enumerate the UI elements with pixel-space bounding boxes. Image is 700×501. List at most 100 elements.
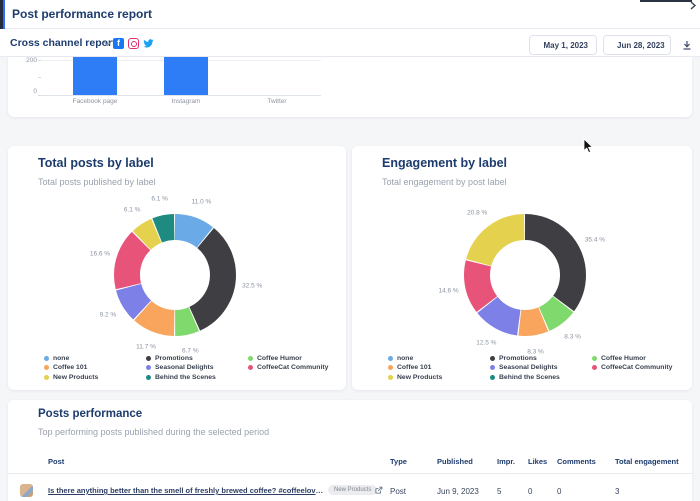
legend-label: CoffeeCat Community	[257, 364, 328, 371]
donut-percentage-label: 12.5 %	[476, 339, 496, 346]
legend-color-dot	[248, 356, 253, 361]
mouse-cursor-icon	[583, 139, 594, 154]
sidebar-active-indicator	[3, 0, 5, 29]
twitter-icon[interactable]	[143, 38, 154, 49]
legend-label: CoffeeCat Community	[601, 364, 672, 371]
total-posts-by-label-card: Total posts by label Total posts publish…	[8, 146, 346, 390]
legend-label: Behind the Scenes	[155, 374, 216, 381]
column-header-total-engagement: Total engagement	[615, 457, 679, 466]
donut-percentage-label: 11.7 %	[136, 344, 156, 351]
chevron-right-icon[interactable]	[689, 1, 697, 10]
legend-label: Coffee 101	[53, 364, 87, 371]
donut-percentage-label: 32.5 %	[242, 282, 262, 289]
column-header-published: Published	[437, 457, 473, 466]
legend-label: Promotions	[155, 355, 193, 362]
date-to-value: Jun 28, 2023	[617, 41, 665, 50]
legend-label: none	[53, 355, 69, 362]
legend-item: CoffeeCat Community	[592, 363, 672, 372]
cell-published: Jun 9, 2023	[437, 487, 479, 496]
legend-item: Coffee 101	[388, 363, 490, 372]
chart-legend: noneCoffee 101 New Products PromotionsSeas…	[388, 354, 672, 382]
chart-legend: none Coffee 101 New Products Promotions Seas…	[44, 354, 328, 382]
post-title-link[interactable]: Is there anything better than the smell …	[48, 486, 324, 495]
column-header-type: Type	[390, 457, 407, 466]
post-performance-report-page: Post performance report Cross channel re…	[0, 0, 700, 501]
y-axis-tick-0: 0	[14, 88, 37, 95]
legend-color-dot	[388, 375, 393, 380]
legend-color-dot	[490, 365, 495, 370]
column-header-comments: Comments	[557, 457, 596, 466]
legend-color-dot	[146, 356, 151, 361]
date-from-button[interactable]: May 1, 2023	[529, 35, 597, 55]
donut-percentage-label: 14.6 %	[438, 287, 458, 294]
legend-color-dot	[388, 356, 393, 361]
instagram-icon[interactable]	[128, 38, 139, 49]
y-axis-tick-200: 200	[14, 57, 37, 64]
card-title: Total posts by label	[38, 156, 154, 170]
x-axis-label: Instagram	[172, 98, 201, 105]
donut-percentage-label: 6.1 %	[124, 206, 141, 213]
legend-item: New Products	[44, 373, 146, 382]
posts-performance-card: Posts performance Top performing posts p…	[8, 400, 692, 501]
legend-label: Promotions	[499, 355, 537, 362]
external-link-icon[interactable]	[374, 486, 383, 495]
cell-impressions: 5	[497, 487, 501, 496]
donut-percentage-label: 35.4 %	[585, 237, 605, 244]
total-posts-donut-chart: 11.0 %32.5 %6.7 %11.7 %9.2 %16.6 %6.1 %6…	[108, 208, 242, 342]
legend-color-dot	[146, 375, 151, 380]
legend-item: Behind the Scenes	[146, 373, 224, 382]
legend-item: Seasonal Delights	[490, 363, 568, 372]
legend-item: New Products	[388, 373, 490, 382]
card-title: Engagement by label	[382, 156, 507, 170]
card-subtitle: Total engagement by post label	[382, 177, 507, 187]
legend-color-dot	[490, 375, 495, 380]
donut-svg	[108, 208, 242, 342]
bar-plot	[41, 57, 321, 95]
legend-color-dot	[592, 356, 597, 361]
legend-item: Seasonal Delights	[146, 363, 224, 372]
cell-likes: 0	[528, 487, 532, 496]
donut-percentage-label: 8.3 %	[564, 333, 581, 340]
legend-label: New Products	[53, 374, 98, 381]
posts-by-channel-card: 200 0 Facebook page Instagram Twitter	[8, 57, 692, 117]
legend-label: Coffee Humor	[601, 355, 646, 362]
donut-percentage-label: 9.2 %	[100, 311, 117, 318]
x-axis-label: Twitter	[267, 98, 286, 105]
legend-item: Coffee Humor	[248, 354, 328, 363]
legend-color-dot	[44, 365, 49, 370]
legend-label: Coffee Humor	[257, 355, 302, 362]
calendar-icon	[538, 41, 539, 50]
legend-label: none	[397, 355, 413, 362]
cell-type: Post	[390, 487, 406, 496]
legend-color-dot	[388, 365, 393, 370]
legend-color-dot	[44, 375, 49, 380]
card-subtitle: Total posts published by label	[38, 177, 156, 187]
legend-item: none	[388, 354, 490, 363]
engagement-donut-chart: 35.4 %8.3 %8.3 %12.5 %14.6 %20.8 %	[458, 208, 592, 342]
page-title: Post performance report	[12, 0, 152, 29]
facebook-icon[interactable]: f	[113, 38, 124, 49]
legend-color-dot	[592, 365, 597, 370]
download-icon[interactable]	[681, 39, 693, 51]
post-thumbnail	[20, 484, 33, 497]
donut-percentage-label: 6.1 %	[151, 195, 168, 202]
date-to-button[interactable]: Jun 28, 2023	[603, 35, 671, 55]
cell-total-engagement: 3	[615, 487, 619, 496]
engagement-by-label-card: Engagement by label Total engagement by …	[352, 146, 692, 390]
column-header-post: Post	[48, 457, 64, 466]
bar-Facebook page	[73, 57, 117, 95]
post-label-badge: New Products	[328, 485, 377, 495]
card-title: Posts performance	[38, 408, 142, 420]
donut-percentage-label: 20.8 %	[467, 210, 487, 217]
x-axis-label: Facebook page	[73, 98, 118, 105]
page-header: Post performance report	[0, 0, 700, 29]
legend-label: New Products	[397, 374, 442, 381]
cell-comments: 0	[557, 487, 561, 496]
legend-item: Promotions	[490, 354, 568, 363]
legend-color-dot	[146, 365, 151, 370]
legend-item: Coffee 101	[44, 363, 146, 372]
legend-label: Seasonal Delights	[155, 364, 214, 371]
legend-item: Behind the Scenes	[490, 373, 568, 382]
donut-percentage-label: 11.0 %	[192, 198, 212, 205]
table-divider	[8, 473, 692, 474]
